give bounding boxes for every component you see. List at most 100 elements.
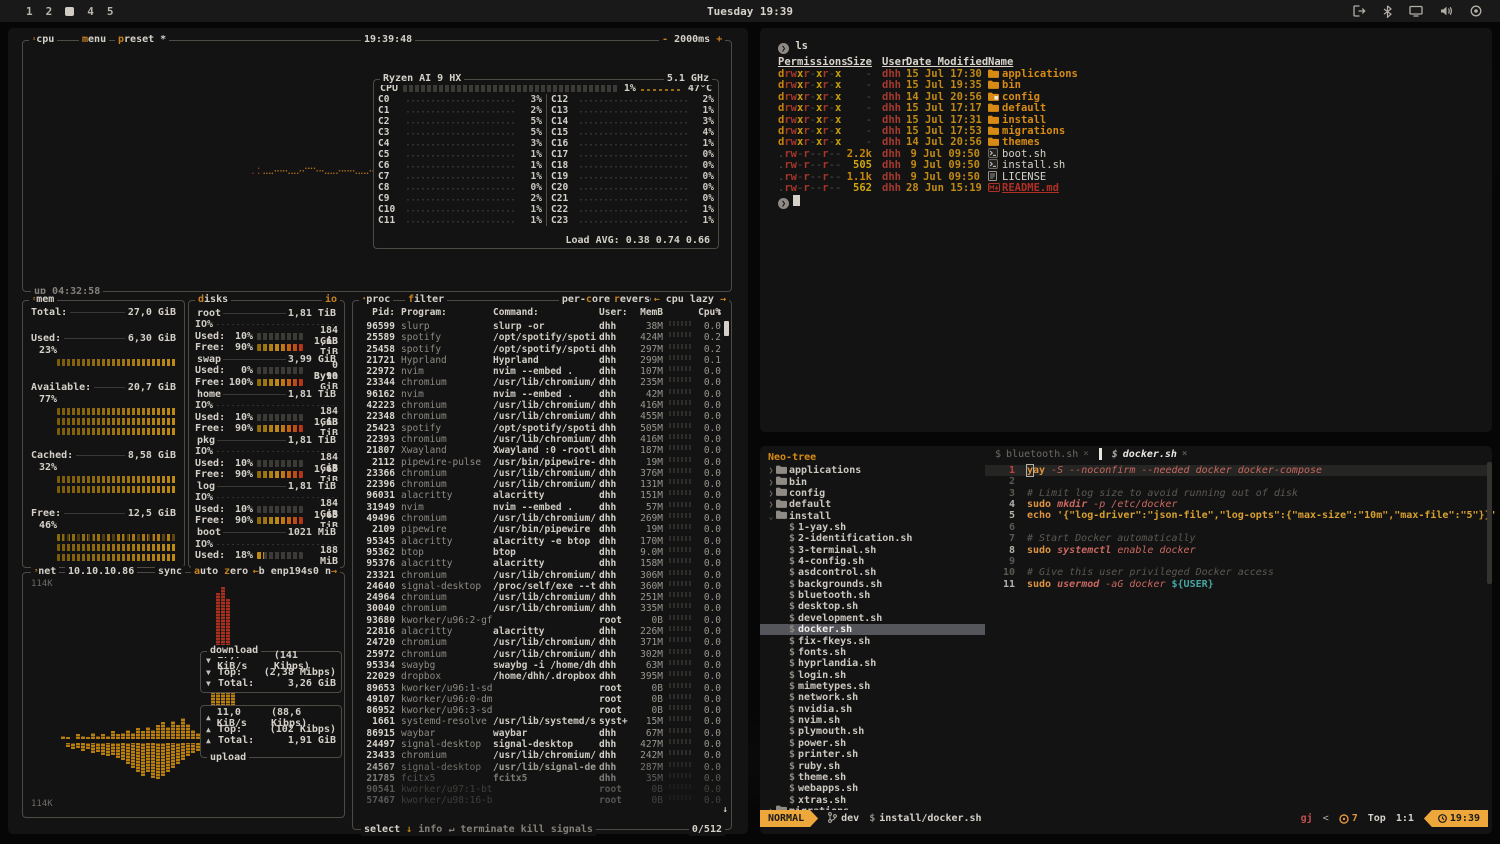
process-row[interactable]: 93680kworker/u96:2-gfroot0B0.0 (353, 615, 731, 626)
screen-record-icon[interactable] (1470, 5, 1482, 17)
process-row[interactable]: 96599slurpslurp -ordhh38M0.0 (353, 321, 731, 332)
process-row[interactable]: 90541kworker/u97:1-btroot0B0.0 (353, 784, 731, 795)
process-row[interactable]: 22816alacrittyalacrittydhh226M0.0 (353, 626, 731, 637)
process-row[interactable]: 23344chromium/usr/lib/chromium/dhh235M0.… (353, 377, 731, 388)
proc-col-header[interactable]: Command: (493, 307, 539, 318)
neotree-item-printer.sh[interactable]: $printer.sh (760, 749, 985, 760)
process-row[interactable]: 96031alacrittyalacrittydhh151M0.0 (353, 490, 731, 501)
process-row[interactable]: 96162nvimnvim --embed .dhh42M0.0 (353, 389, 731, 400)
process-row[interactable]: 25423spotify/opt/spotify/spotidhh505M0.0 (353, 423, 731, 434)
neotree-item-docker.sh[interactable]: $docker.sh (760, 624, 985, 635)
neotree-item-network.sh[interactable]: $network.sh (760, 692, 985, 703)
process-row[interactable]: 23433chromium/usr/lib/chromium/dhh242M0.… (353, 750, 731, 761)
neotree-item-login.sh[interactable]: $login.sh (760, 669, 985, 680)
sort-column-switcher[interactable]: ← cpu lazy → (651, 294, 729, 306)
proc-col-header[interactable]: Pid: (355, 307, 395, 318)
neotree-item-hyprlandia.sh[interactable]: $hyprlandia.sh (760, 658, 985, 669)
neotree-item-nvidia.sh[interactable]: $nvidia.sh (760, 704, 985, 715)
neotree-item-2-identification.sh[interactable]: $2-identification.sh (760, 533, 985, 544)
neotree-item-bin[interactable]: ❯bin (760, 476, 985, 487)
process-row[interactable]: 95362btopbtopdhh9.0M0.0 (353, 547, 731, 558)
process-row[interactable]: 89653kworker/u96:1-sdroot0B0.0 (353, 683, 731, 694)
proc-col-header[interactable]: MemB (625, 307, 663, 318)
process-row[interactable]: 24720chromium/usr/lib/chromium/dhh371M0.… (353, 637, 731, 648)
process-row[interactable]: 24964chromium/usr/lib/chromium/dhh251M0.… (353, 592, 731, 603)
process-row[interactable]: 22348chromium/usr/lib/chromium/dhh455M0.… (353, 411, 731, 422)
terminal-window[interactable]: ❯ lsPermissionsSizeUserDate ModifiedName… (760, 28, 1492, 432)
neotree-item-xtras.sh[interactable]: $xtras.sh (760, 794, 985, 805)
neotree-item-desktop.sh[interactable]: $desktop.sh (760, 601, 985, 612)
process-row[interactable]: 23321chromium/usr/lib/chromium/dhh306M0.… (353, 570, 731, 581)
tab-bluetooth.sh[interactable]: $bluetooth.sh× (985, 446, 1099, 462)
neotree-item-plymouth.sh[interactable]: $plymouth.sh (760, 726, 985, 737)
process-row[interactable]: 95345alacrittyalacritty -e btopdhh170M0.… (353, 536, 731, 547)
process-row[interactable]: 49107kworker/u96:0-dmroot0B0.0 (353, 694, 731, 705)
process-row[interactable]: 24567signal-desktop/usr/lib/signal-dedhh… (353, 762, 731, 773)
proc-col-header[interactable]: User: (599, 307, 628, 318)
process-row[interactable]: 95376alacrittyalacrittydhh158M0.0 (353, 558, 731, 569)
process-row[interactable]: 1661systemd-resolve/usr/lib/systemd/ssys… (353, 716, 731, 727)
scroll-down-indicator[interactable]: ↓ (723, 805, 728, 815)
process-row[interactable]: 21785fcitx5fcitx5dhh35M0.0 (353, 773, 731, 784)
close-icon[interactable]: × (1182, 449, 1187, 459)
select-button[interactable]: select (364, 824, 400, 835)
process-row[interactable]: 25972chromium/usr/lib/chromium/dhh302M0.… (353, 649, 731, 660)
mem-box-title[interactable]: ²mem (29, 294, 57, 306)
neotree-item-ruby.sh[interactable]: $ruby.sh (760, 760, 985, 771)
cpu-box-title[interactable]: ¹cpu (29, 34, 57, 46)
net-interface-switcher[interactable]: ←b enp194s0 n→ (250, 566, 340, 578)
process-row[interactable]: 22972nvimnvim --embed .dhh107M0.0 (353, 366, 731, 377)
neotree-item-4-config.sh[interactable]: $4-config.sh (760, 556, 985, 567)
process-row[interactable]: 86952kworker/u96:3-sdroot0B0.0 (353, 705, 731, 716)
process-row[interactable]: 22396chromium/usr/lib/chromium/dhh131M0.… (353, 479, 731, 490)
editor-buffer[interactable]: 1yay -S --noconfirm --needed docker dock… (985, 462, 1492, 810)
process-row[interactable]: 86915waybarwaybardhh67M0.0 (353, 728, 731, 739)
proc-col-header[interactable]: Program: (401, 307, 447, 318)
neotree-item-asdcontrol.sh[interactable]: $asdcontrol.sh (760, 567, 985, 578)
kill-button[interactable]: kill (521, 824, 545, 835)
neotree-item-3-terminal.sh[interactable]: $3-terminal.sh (760, 545, 985, 556)
process-row[interactable]: 25458spotify/opt/spotify/spotidhh297M0.2 (353, 344, 731, 355)
info-button[interactable]: info (418, 824, 442, 835)
process-row[interactable]: 2112pipewire-pulse/usr/bin/pipewire-dhh1… (353, 457, 731, 468)
neotree-item-1-yay.sh[interactable]: $1-yay.sh (760, 522, 985, 533)
logout-icon[interactable] (1353, 5, 1366, 17)
editor-scrollbar[interactable] (1487, 462, 1492, 584)
filter-button[interactable]: filter (405, 294, 447, 306)
update-interval[interactable]: - 2000ms + (659, 34, 725, 46)
neotree-item-theme.sh[interactable]: $theme.sh (760, 772, 985, 783)
process-row[interactable]: 24640signal-desktop/proc/self/exe --tdhh… (353, 581, 731, 592)
neotree-item-fonts.sh[interactable]: $fonts.sh (760, 647, 985, 658)
tab-docker.sh[interactable]: $docker.sh× (1102, 446, 1198, 462)
net-sync-button[interactable]: sync (155, 566, 185, 578)
process-row[interactable]: 30040chromium/usr/lib/chromium/dhh335M0.… (353, 603, 731, 614)
neotree-item-power.sh[interactable]: $power.sh (760, 738, 985, 749)
per-core-toggle[interactable]: per-core (559, 294, 613, 306)
neotree-item-development.sh[interactable]: $development.sh (760, 613, 985, 624)
proc-box-title[interactable]: ⁴proc (359, 294, 393, 306)
process-row[interactable]: 24497signal-desktopsignal-desktopdhh427M… (353, 739, 731, 750)
net-box-title[interactable]: ³net (31, 566, 59, 578)
menu-button[interactable]: menu (79, 34, 109, 46)
bluetooth-icon[interactable] (1383, 5, 1392, 18)
net-zero-button[interactable]: zero (221, 566, 251, 578)
neotree-item-config[interactable]: ❯config (760, 488, 985, 499)
preset-button[interactable]: preset * (115, 34, 169, 46)
neotree-item-bluetooth.sh[interactable]: $bluetooth.sh (760, 590, 985, 601)
neotree-item-install[interactable]: ⌄install (760, 510, 985, 521)
process-row[interactable]: 42223chromium/usr/lib/chromium/dhh416M0.… (353, 400, 731, 411)
process-row[interactable]: 2109pipewire/usr/bin/pipewiredhh19M0.0 (353, 524, 731, 535)
signals-button[interactable]: signals (551, 824, 593, 835)
disks-box-title[interactable]: disks (195, 294, 231, 306)
process-row[interactable]: 23366chromium/usr/lib/chromium/dhh376M0.… (353, 468, 731, 479)
neotree-item-applications[interactable]: ❯applications (760, 465, 985, 476)
net-auto-button[interactable]: auto (191, 566, 221, 578)
process-row[interactable]: 22393chromium/usr/lib/chromium/dhh416M0.… (353, 434, 731, 445)
terminate-button[interactable]: terminate (460, 824, 514, 835)
neotree-item-webapps.sh[interactable]: $webapps.sh (760, 783, 985, 794)
process-row[interactable]: 21721HyprlandHyprlanddhh299M0.1 (353, 355, 731, 366)
volume-icon[interactable] (1440, 5, 1453, 17)
neotree-item-default[interactable]: ❯default (760, 499, 985, 510)
process-row[interactable]: 25589spotify/opt/spotify/spotidhh424M0.2 (353, 332, 731, 343)
process-row[interactable]: 57467kworker/u98:16-broot0B0.0 (353, 795, 731, 806)
